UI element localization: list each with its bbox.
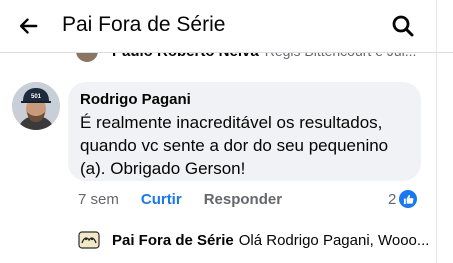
- reply-button[interactable]: Responder: [204, 191, 282, 208]
- profile-photo: 501: [12, 82, 60, 130]
- comment-bubble[interactable]: Rodrigo Pagani É realmente inacreditável…: [68, 82, 421, 181]
- page-reply[interactable]: Pai Fora de Série Olá Rodrigo Pagani, Wo…: [78, 229, 428, 251]
- page-reply-text: Olá Rodrigo Pagani, Wooo...: [238, 231, 428, 249]
- avatar[interactable]: 501: [12, 82, 60, 130]
- header-divider: [0, 52, 453, 53]
- comment-text: É realmente inacreditável os resultados,…: [80, 113, 389, 178]
- page-reply-author[interactable]: Pai Fora de Série: [112, 232, 234, 249]
- reaction-summary[interactable]: 2: [388, 189, 418, 209]
- arrow-left-icon: [19, 18, 38, 34]
- like-button[interactable]: Curtir: [141, 191, 182, 208]
- top-bar: Pai Fora de Série: [0, 0, 453, 52]
- page-logo-icon[interactable]: [78, 229, 100, 251]
- page-title: Pai Fora de Série: [62, 13, 226, 36]
- reaction-count: 2: [388, 190, 397, 208]
- back-button[interactable]: [14, 12, 42, 40]
- cap-badge-text: 501: [31, 94, 42, 100]
- comment-timestamp[interactable]: 7 sem: [78, 191, 119, 208]
- comment-actions: 7 sem Curtir Responder: [78, 189, 282, 209]
- thumbs-up-icon: [399, 190, 418, 208]
- search-icon: [392, 15, 414, 37]
- scroll-edge: [436, 0, 437, 263]
- search-button[interactable]: [388, 11, 418, 41]
- comment-author[interactable]: Rodrigo Pagani: [80, 90, 409, 110]
